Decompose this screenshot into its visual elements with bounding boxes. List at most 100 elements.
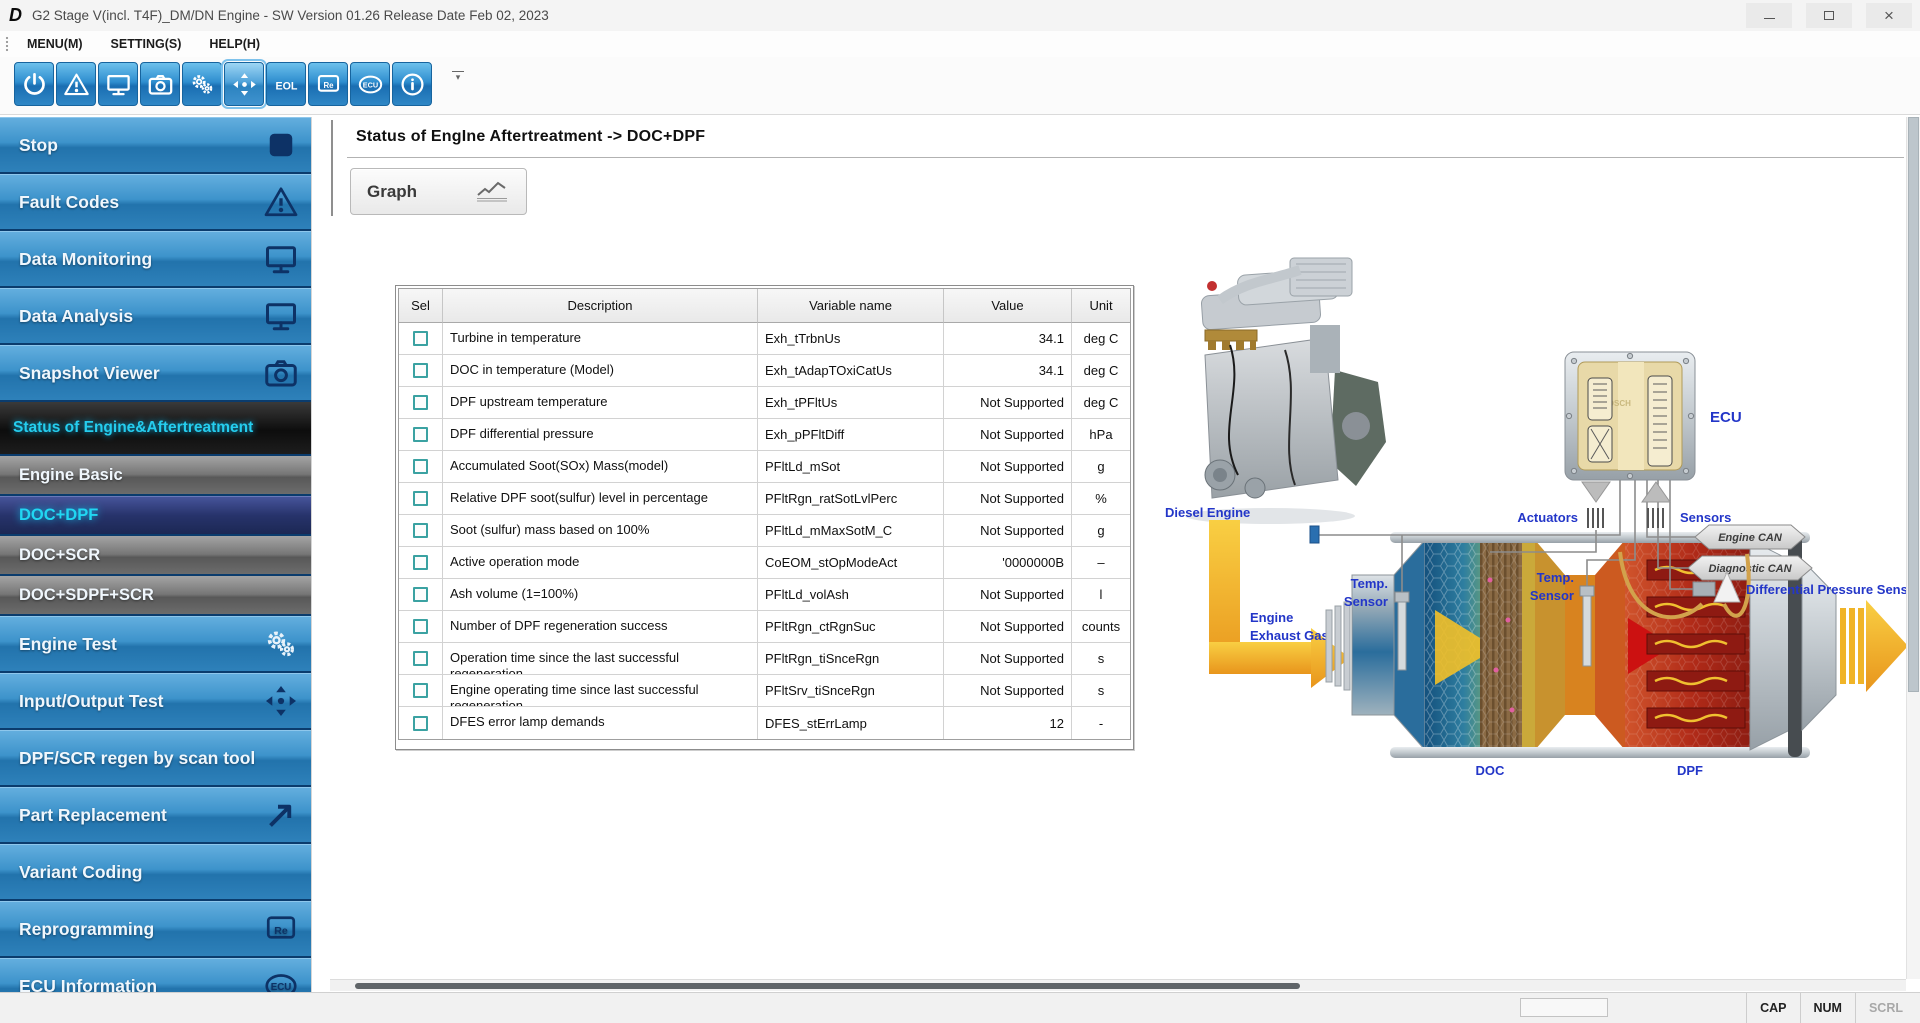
sidebar-item-fault-codes[interactable]: Fault Codes <box>0 174 311 229</box>
row-checkbox[interactable] <box>413 555 428 570</box>
line-chart-icon <box>474 176 510 208</box>
svg-text:Temp.: Temp. <box>1351 576 1388 591</box>
maximize-button[interactable] <box>1806 3 1852 28</box>
toolbar-button-monitor[interactable] <box>98 62 138 106</box>
row-checkbox[interactable] <box>413 587 428 602</box>
toolbar-button-power[interactable] <box>14 62 54 106</box>
sidebar-item-label: Part Replacement <box>19 805 167 826</box>
row-unit: deg C <box>1072 323 1130 355</box>
row-checkbox[interactable] <box>413 619 428 634</box>
gears-icon <box>263 626 299 662</box>
row-checkbox[interactable] <box>413 683 428 698</box>
window-title: G2 Stage V(incl. T4F)_DM/DN Engine - SW … <box>32 8 549 23</box>
toolbar-button-warning[interactable] <box>56 62 96 106</box>
row-checkbox[interactable] <box>413 363 428 378</box>
row-checkbox[interactable] <box>413 523 428 538</box>
sidebar-item-data-analysis[interactable]: Data Analysis <box>0 288 311 343</box>
svg-text:Exhaust Gas: Exhaust Gas <box>1250 628 1329 643</box>
engine-can-badge: Engine CAN <box>1695 525 1805 549</box>
table-row: Number of DPF regeneration success PFltR… <box>399 611 1130 643</box>
toolbar-overflow-button[interactable]: ▾ <box>452 71 464 81</box>
sidebar-item-engine-test[interactable]: Engine Test <box>0 616 311 671</box>
row-description: Soot (sulfur) mass based on 100% <box>443 515 758 547</box>
io-arrows-icon <box>263 683 299 719</box>
svg-text:Re: Re <box>274 925 288 937</box>
row-description: Turbine in temperature <box>443 323 758 355</box>
table-row: Active operation mode CoEOM_stOpModeAct … <box>399 547 1130 579</box>
row-value: Not Supported <box>944 515 1072 547</box>
sidebar-item-data-monitoring[interactable]: Data Monitoring <box>0 231 311 286</box>
row-checkbox[interactable] <box>413 716 428 731</box>
row-variable-name: Exh_tPFltUs <box>758 387 944 419</box>
svg-text:Temp.: Temp. <box>1537 570 1574 585</box>
row-checkbox[interactable] <box>413 491 428 506</box>
sidebar-item-reprogramming[interactable]: ReprogrammingRe <box>0 901 311 956</box>
sidebar-item-engine-basic[interactable]: Engine Basic <box>0 456 311 494</box>
actuator-connector-lines <box>1588 508 1603 528</box>
row-description: Operation time since the last successful… <box>443 643 758 675</box>
row-unit: l <box>1072 579 1130 611</box>
sidebar-item-input-output-test[interactable]: Input/Output Test <box>0 673 311 728</box>
column-header-description[interactable]: Description <box>443 289 758 323</box>
row-checkbox[interactable] <box>413 459 428 474</box>
actuators-label: Actuators <box>1517 510 1578 525</box>
table-row: Turbine in temperature Exh_tTrbnUs 34.1 … <box>399 323 1130 355</box>
column-header-unit[interactable]: Unit <box>1072 289 1130 323</box>
toolbar-button-gears[interactable] <box>182 62 222 106</box>
vertical-scrollbar-thumb[interactable] <box>1908 117 1919 692</box>
row-unit: s <box>1072 643 1130 675</box>
wire-connector <box>1310 526 1319 543</box>
vertical-scrollbar[interactable] <box>1906 117 1920 979</box>
menu-item-menum[interactable]: MENU(M) <box>27 37 83 51</box>
graph-button[interactable]: Graph <box>350 168 527 215</box>
sidebar-item-snapshot-viewer[interactable]: Snapshot Viewer <box>0 345 311 400</box>
sidebar-item-stop[interactable]: Stop <box>0 117 311 172</box>
sidebar-item-dpf-scr-regen-by-scan-tool[interactable]: DPF/SCR regen by scan tool <box>0 730 311 785</box>
table-row: Soot (sulfur) mass based on 100% PFltLd_… <box>399 515 1130 547</box>
horizontal-scrollbar-thumb[interactable] <box>355 983 1300 989</box>
minimize-icon <box>1764 18 1775 19</box>
reprogram-icon: Re <box>263 911 299 947</box>
row-description: Active operation mode <box>443 547 758 579</box>
column-header-variable[interactable]: Variable name <box>758 289 944 323</box>
toolbar-button-info[interactable] <box>392 62 432 106</box>
sensor-connector-lines <box>1648 508 1663 528</box>
close-button[interactable]: × <box>1866 3 1912 28</box>
horizontal-scrollbar[interactable] <box>330 979 1906 991</box>
sidebar-item-status-of-engine-aftertreatment[interactable]: Status of Engine&Aftertreatment <box>0 402 311 454</box>
toolbar-button-eol[interactable]: EOL <box>266 62 306 106</box>
warning-icon <box>63 71 90 98</box>
monitor-icon <box>105 71 132 98</box>
row-checkbox[interactable] <box>413 651 428 666</box>
menu-item-settings[interactable]: SETTING(S) <box>111 37 182 51</box>
camera-icon <box>263 355 299 391</box>
row-checkbox[interactable] <box>413 427 428 442</box>
sidebar-item-variant-coding[interactable]: Variant Coding <box>0 844 311 899</box>
row-checkbox[interactable] <box>413 395 428 410</box>
row-value: Not Supported <box>944 387 1072 419</box>
sidebar-item-doc-dpf[interactable]: DOC+DPF <box>0 496 311 534</box>
sidebar-item-doc-scr[interactable]: DOC+SCR <box>0 536 311 574</box>
menu-item-helph[interactable]: HELP(H) <box>209 37 260 51</box>
row-unit: g <box>1072 451 1130 483</box>
ecu-label: ECU <box>1710 409 1742 426</box>
toolbar-button-ecu[interactable]: ECU <box>350 62 390 106</box>
sidebar-item-ecu-information[interactable]: ECU InformationECU <box>0 958 311 994</box>
sidebar-item-doc-sdpf-scr[interactable]: DOC+SDPF+SCR <box>0 576 311 614</box>
row-unit: – <box>1072 547 1130 579</box>
toolbar-button-camera[interactable] <box>140 62 180 106</box>
column-header-sel[interactable]: Sel <box>399 289 443 323</box>
maximize-icon <box>1824 11 1834 20</box>
menu-grip[interactable] <box>5 36 9 52</box>
sidebar-item-label: DPF/SCR regen by scan tool <box>19 748 255 769</box>
svg-text:ECU: ECU <box>362 80 377 89</box>
toolbar-button-io-arrows[interactable] <box>224 62 264 106</box>
row-variable-name: CoEOM_stOpModeAct <box>758 547 944 579</box>
sidebar-item-part-replacement[interactable]: Part Replacement <box>0 787 311 842</box>
toolbar-button-reprogram[interactable]: Re <box>308 62 348 106</box>
sidebar-item-label: Engine Basic <box>19 466 123 485</box>
sidebar-item-label: Snapshot Viewer <box>19 363 160 384</box>
column-header-value[interactable]: Value <box>944 289 1072 323</box>
minimize-button[interactable] <box>1746 3 1792 28</box>
row-checkbox[interactable] <box>413 331 428 346</box>
